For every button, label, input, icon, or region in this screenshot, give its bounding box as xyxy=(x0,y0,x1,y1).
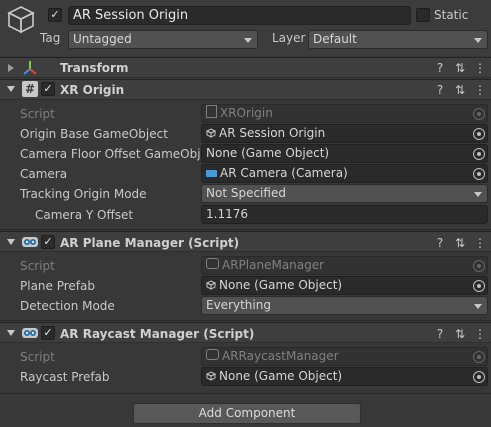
camera-floor-offset-label: Camera Floor Offset GameObjec xyxy=(20,147,200,161)
camera-field[interactable]: AR Camera (Camera) xyxy=(201,164,488,183)
origin-base-value: AR Session Origin xyxy=(219,126,326,140)
chevron-down-icon xyxy=(474,304,482,309)
ar-component-icon xyxy=(22,237,38,247)
plane-prefab-field[interactable]: None (Game Object) xyxy=(201,276,488,295)
cube-icon xyxy=(7,6,35,34)
origin-base-label: Origin Base GameObject xyxy=(20,127,168,141)
object-picker-icon[interactable] xyxy=(473,371,485,383)
camera-floor-offset-field[interactable]: None (Game Object) xyxy=(201,144,488,163)
tag-dropdown[interactable]: Untagged xyxy=(68,30,258,49)
help-icon[interactable]: ? xyxy=(432,235,448,251)
add-component-button[interactable]: Add Component xyxy=(133,403,361,424)
static-label: Static xyxy=(434,8,469,22)
object-picker-icon[interactable] xyxy=(473,148,485,160)
script-file-icon xyxy=(206,349,219,360)
transform-axes-icon xyxy=(23,61,37,75)
detection-mode-dropdown[interactable]: Everything xyxy=(201,296,488,315)
plane-manager-enabled-toggle[interactable] xyxy=(41,235,55,249)
kebab-menu-icon[interactable]: ⋮ xyxy=(472,235,488,251)
origin-base-field[interactable]: AR Session Origin xyxy=(201,124,488,143)
tracking-origin-mode-dropdown[interactable]: Not Specified xyxy=(201,184,488,203)
layer-value: Default xyxy=(313,32,357,46)
object-picker-icon[interactable] xyxy=(473,280,485,292)
divider xyxy=(0,320,491,321)
camera-icon xyxy=(206,170,217,177)
camera-y-offset-label: Camera Y Offset xyxy=(35,208,134,222)
tag-value: Untagged xyxy=(73,32,132,46)
plane-prefab-label: Plane Prefab xyxy=(20,279,95,293)
xr-origin-title: XR Origin xyxy=(60,83,125,97)
camera-floor-offset-value: None (Game Object) xyxy=(206,146,330,160)
kebab-menu-icon[interactable]: ⋮ xyxy=(472,326,488,342)
foldout-collapsed-icon[interactable] xyxy=(8,64,14,72)
script-value: XROrigin xyxy=(220,106,273,120)
raycast-manager-enabled-toggle[interactable] xyxy=(41,326,55,340)
script-label: Script xyxy=(20,350,55,364)
kebab-menu-icon[interactable]: ⋮ xyxy=(472,60,488,76)
object-picker-icon xyxy=(473,351,485,363)
raycast-manager-title: AR Raycast Manager (Script) xyxy=(60,327,255,341)
script-file-icon xyxy=(206,105,217,118)
camera-y-offset-field[interactable]: 1.1176 xyxy=(201,205,488,224)
script-file-icon xyxy=(206,258,219,269)
gameobject-icon xyxy=(206,128,216,138)
object-picker-icon xyxy=(473,260,485,272)
plane-manager-title: AR Plane Manager (Script) xyxy=(60,236,240,250)
chevron-down-icon xyxy=(244,38,252,43)
static-checkbox[interactable] xyxy=(416,8,430,22)
divider xyxy=(0,393,491,394)
tracking-origin-mode-value: Not Specified xyxy=(206,186,286,200)
help-icon[interactable]: ? xyxy=(432,82,448,98)
help-icon[interactable]: ? xyxy=(432,60,448,76)
xr-origin-enabled-toggle[interactable] xyxy=(41,82,55,96)
tag-label: Tag xyxy=(40,31,61,45)
script-label: Script xyxy=(20,259,55,273)
gameobject-icon xyxy=(206,371,216,381)
chevron-down-icon xyxy=(474,38,482,43)
presets-icon[interactable]: ⇅ xyxy=(452,326,468,342)
raycast-prefab-field[interactable]: None (Game Object) xyxy=(201,367,488,386)
script-field: ARRaycastManager xyxy=(201,347,488,366)
tracking-origin-mode-label: Tracking Origin Mode xyxy=(20,187,147,201)
object-picker-icon[interactable] xyxy=(473,128,485,140)
script-label: Script xyxy=(20,107,55,121)
foldout-expanded-icon[interactable] xyxy=(7,86,15,92)
gameobject-icon xyxy=(206,280,216,290)
object-picker-icon xyxy=(473,108,485,120)
script-hash-icon: # xyxy=(22,81,38,97)
chevron-down-icon xyxy=(474,192,482,197)
foldout-expanded-icon[interactable] xyxy=(7,330,15,336)
help-icon[interactable]: ? xyxy=(432,326,448,342)
detection-mode-label: Detection Mode xyxy=(20,299,115,313)
object-name-field[interactable]: AR Session Origin xyxy=(68,6,411,25)
object-picker-icon[interactable] xyxy=(473,168,485,180)
ar-component-icon xyxy=(22,328,38,338)
foldout-expanded-icon[interactable] xyxy=(7,239,15,245)
detection-mode-value: Everything xyxy=(206,298,271,312)
script-value: ARPlaneManager xyxy=(222,258,325,272)
camera-y-offset-value: 1.1176 xyxy=(206,207,248,221)
script-field: XROrigin xyxy=(201,104,488,123)
camera-value: AR Camera (Camera) xyxy=(220,166,348,180)
transform-title: Transform xyxy=(60,61,129,75)
script-field: ARPlaneManager xyxy=(201,256,488,275)
layer-label: Layer xyxy=(272,31,306,45)
presets-icon[interactable]: ⇅ xyxy=(452,60,468,76)
raycast-prefab-label: Raycast Prefab xyxy=(20,370,110,384)
layer-dropdown[interactable]: Default xyxy=(308,30,488,49)
presets-icon[interactable]: ⇅ xyxy=(452,235,468,251)
plane-prefab-value: None (Game Object) xyxy=(219,278,343,292)
kebab-menu-icon[interactable]: ⋮ xyxy=(472,82,488,98)
active-toggle[interactable] xyxy=(48,8,62,22)
divider xyxy=(0,229,491,230)
raycast-prefab-value: None (Game Object) xyxy=(219,369,343,383)
camera-label: Camera xyxy=(20,167,68,181)
presets-icon[interactable]: ⇅ xyxy=(452,82,468,98)
script-value: ARRaycastManager xyxy=(222,349,339,363)
